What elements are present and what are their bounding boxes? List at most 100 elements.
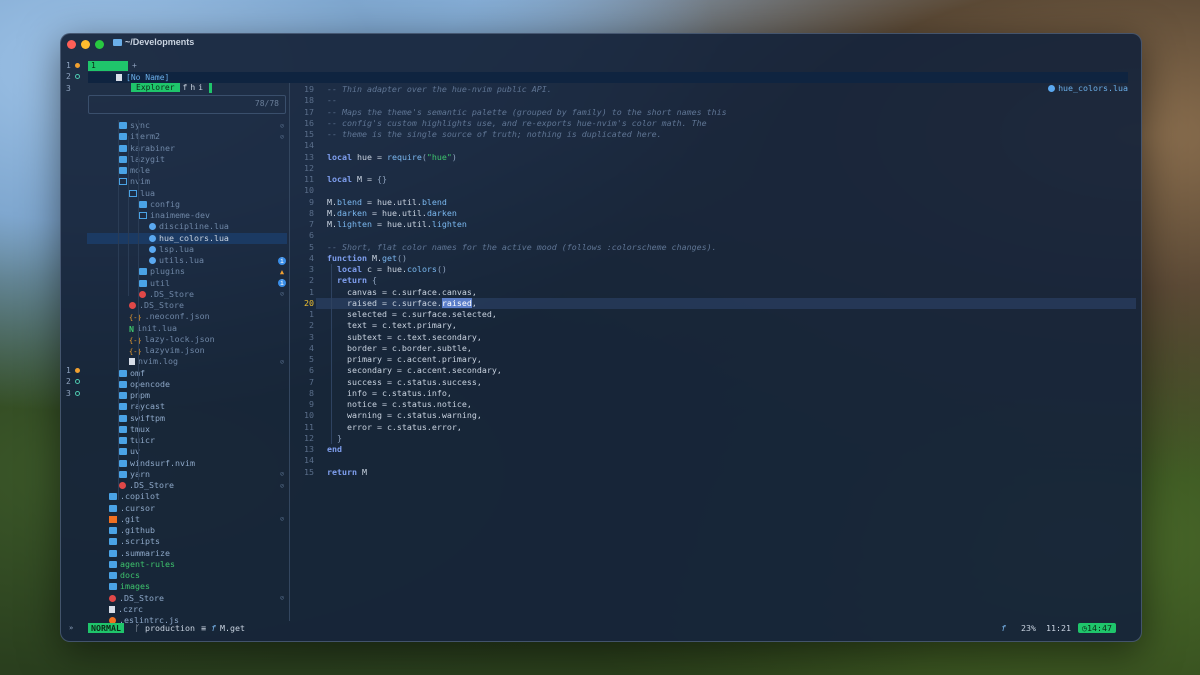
explorer-header: Explorer f h i <box>131 83 213 93</box>
new-tab-button[interactable]: + <box>132 61 137 71</box>
unmodified-dot-icon <box>74 390 80 396</box>
code-editor[interactable]: hue_colors.lua 19 -- Thin adapter over th… <box>290 83 1136 621</box>
folder-icon <box>109 504 117 512</box>
file-tree-item[interactable]: pnpm <box>119 390 150 401</box>
file-tree-item[interactable]: lsp.lua <box>149 244 194 255</box>
file-tree-item[interactable]: mole <box>119 165 150 176</box>
file-tree-item[interactable]: .summarize <box>109 548 170 559</box>
line-number: 19 <box>304 84 314 94</box>
hidden-eye-icon: ⊘ <box>279 132 285 141</box>
file-tree-item[interactable]: {-} lazyvim.json <box>129 345 205 356</box>
file-tree-item[interactable]: {-} lazy-lock.json <box>129 334 215 345</box>
file-tree-label: plugins <box>150 266 185 277</box>
file-tree-item[interactable]: inaimeme-dev <box>139 210 210 221</box>
info-icon: i <box>278 279 286 287</box>
file-tree-item[interactable]: .copilot <box>109 491 160 502</box>
file-tree-item[interactable]: .git <box>109 514 140 525</box>
line-number: 16 <box>304 117 314 128</box>
explorer-tab-f[interactable]: f <box>183 83 188 92</box>
explorer-tab-h[interactable]: h <box>190 83 195 92</box>
file-tree-item[interactable]: omf <box>119 368 145 379</box>
line-number: 7 <box>309 376 314 387</box>
file-tree-label: iterm2 <box>130 131 160 142</box>
line-number: 5 <box>309 354 314 364</box>
file-icon <box>109 605 115 613</box>
file-tree-item[interactable]: hue_colors.lua <box>149 233 229 244</box>
file-tree-item[interactable]: .DS_Store <box>109 593 164 604</box>
gutter-number: 1 <box>66 366 71 375</box>
explorer-tab[interactable]: Explorer <box>131 83 180 92</box>
file-tree-item[interactable]: lua <box>129 188 155 199</box>
gutter-indicator: 2 <box>66 377 80 388</box>
file-tree-item[interactable]: .DS_Store <box>139 289 194 300</box>
gutter-indicator: 3 <box>66 84 71 95</box>
code-line: -- Short, flat color names for the activ… <box>327 241 717 252</box>
file-tree-item[interactable]: yarn <box>119 469 150 480</box>
ds-store-icon <box>119 482 126 489</box>
line-number: 20 <box>304 297 314 308</box>
lua-icon <box>1048 85 1056 92</box>
line-number: 1 <box>309 309 314 319</box>
file-tree-item[interactable]: nvim.log <box>129 356 178 367</box>
file-tree-item[interactable]: util <box>139 278 170 289</box>
file-tree-item[interactable]: .github <box>109 525 155 536</box>
line-number: 11 <box>304 421 314 432</box>
line-number: 13 <box>304 444 314 454</box>
file-tree-item[interactable]: .czrc <box>109 604 143 615</box>
close-button[interactable] <box>67 40 76 49</box>
line-number: 11 <box>304 174 314 184</box>
file-tree-item[interactable]: docs <box>109 570 140 581</box>
file-tree-item[interactable]: images <box>109 581 150 592</box>
git-branch-name: production <box>144 623 195 633</box>
explorer-tab-i[interactable]: i <box>198 83 203 92</box>
hidden-eye-icon: ⊘ <box>279 357 285 366</box>
file-tree-item[interactable]: utils.lua <box>149 255 204 266</box>
file-tree-item[interactable]: lazygit <box>119 154 165 165</box>
code-line: canvas = c.surface.canvas, <box>327 286 477 297</box>
buffer-name[interactable]: [No Name] <box>126 72 169 83</box>
file-tree-item[interactable]: windsurf.nvim <box>119 458 195 469</box>
code-line: subtext = c.text.secondary, <box>327 331 482 342</box>
explorer-search-input[interactable]: 78/78 <box>88 95 286 114</box>
line-number: 9 <box>309 399 314 409</box>
statusline: » NORMAL ᚴ production ≡ f M.get f 23% 11:… <box>61 622 1141 634</box>
file-tree-label: .scripts <box>120 536 160 547</box>
file-tree-item[interactable]: .scripts <box>109 536 160 547</box>
line-number: 12 <box>304 162 314 173</box>
file-tree-item[interactable]: uv <box>119 446 140 457</box>
folder-icon <box>113 39 122 46</box>
file-tree-label: agent-rules <box>120 558 175 569</box>
lua-file-icon <box>149 234 156 242</box>
file-tree-item[interactable]: raycast <box>119 401 165 412</box>
file-tree-item[interactable]: agent-rules <box>109 559 175 570</box>
file-tree-item[interactable]: tuicr <box>119 435 155 446</box>
lua-file-icon <box>149 245 156 253</box>
code-line: return { <box>337 275 377 286</box>
minimize-button[interactable] <box>81 40 90 49</box>
file-tree-item[interactable]: .DS_Store <box>119 480 174 491</box>
folder-icon <box>139 268 147 276</box>
file-tree-item[interactable]: tmux <box>119 424 150 435</box>
file-tree-item[interactable]: .cursor <box>109 503 155 514</box>
zoom-button[interactable] <box>95 40 104 49</box>
file-tree-label: .czrc <box>118 603 143 614</box>
file-tree-label: .git <box>120 513 140 524</box>
file-tree-item[interactable]: sync <box>119 120 150 131</box>
file-tree-item[interactable]: plugins <box>139 266 185 277</box>
file-tree-label: utils.lua <box>159 255 204 265</box>
file-tree-item[interactable]: swiftpm <box>119 413 165 424</box>
file-tree-item[interactable]: opencode <box>119 379 170 390</box>
file-tree-item[interactable]: nvim <box>119 176 150 187</box>
file-icon <box>129 358 135 366</box>
file-tree-item[interactable]: iterm2 <box>119 131 160 142</box>
file-tree-item[interactable]: discipline.lua <box>149 221 229 232</box>
file-tree-item[interactable]: {-} .neoconf.json <box>129 311 210 322</box>
file-tree-item[interactable]: Ninit.lua <box>129 323 177 334</box>
folder-icon <box>109 538 117 546</box>
code-line: success = c.status.success, <box>327 376 482 387</box>
tab-1[interactable]: 1 <box>88 61 128 71</box>
file-tree-label: lsp.lua <box>159 243 194 254</box>
gutter-number: 2 <box>66 72 71 82</box>
file-tree-label: .DS_Store <box>139 300 184 310</box>
file-tree-item[interactable]: config <box>139 199 180 210</box>
